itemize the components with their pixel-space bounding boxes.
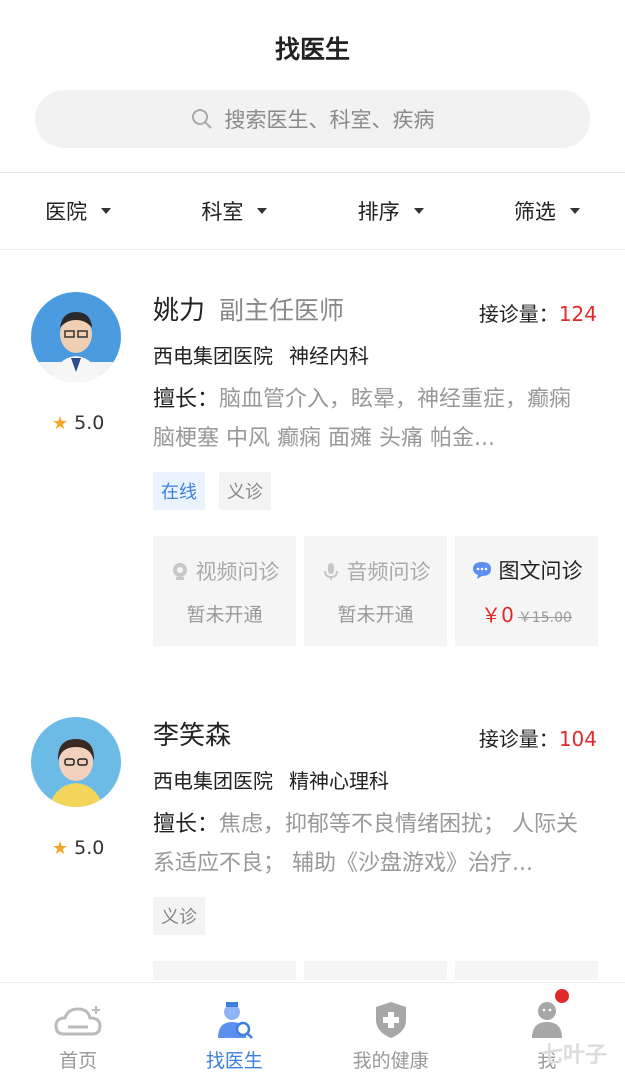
doctor-name: 李笑森 [153, 721, 232, 751]
hospital-name: 西电集团医院 [153, 769, 273, 793]
consult-option[interactable] [455, 961, 598, 980]
filter-screen[interactable]: 筛选 [469, 173, 625, 249]
doctor-affiliation: 西电集团医院 精神心理科 [153, 765, 389, 794]
health-shield-icon [375, 1002, 406, 1038]
home-cloud-icon [54, 1006, 102, 1036]
doctor-rank: 副主任医师 [219, 296, 345, 325]
search-bar[interactable]: 搜索医生、科室、疾病 [35, 90, 590, 148]
caret-down-icon [257, 208, 268, 214]
tag-online: 在线 [153, 472, 205, 510]
doctor-avatar [31, 292, 121, 382]
user-icon [531, 1002, 562, 1038]
consult-services: 视频问诊 暂未开通 音频问诊 暂未开通 图文问诊 ￥0 ￥15.00 [153, 536, 598, 646]
notification-dot [554, 989, 569, 1003]
tab-home[interactable]: 首页 [0, 983, 156, 1081]
doctor-specialty: 擅长：焦虑，抑郁等不良情绪困扰； 人际关系适应不良； 辅助《沙盘游戏》治疗... [153, 812, 579, 876]
department-name: 神经内科 [289, 344, 369, 368]
caret-down-icon [101, 208, 112, 214]
doctor-specialty: 擅长：脑血管介入，眩晕，神经重症，癫痫 脑梗塞 中风 癫痫 面瘫 头痛 帕金..… [153, 387, 572, 451]
visit-count: 接诊量：104 [478, 727, 597, 751]
doctor-rating: ★ 5.0 [52, 412, 105, 434]
page-title: 找医生 [274, 35, 350, 64]
star-icon: ★ [52, 412, 69, 434]
text-consult-button[interactable]: 图文问诊 ￥0 ￥15.00 [455, 536, 598, 646]
tab-my-health[interactable]: 我的健康 [313, 983, 469, 1081]
bottom-tab-bar: 首页 找医生 我的健康 我 七叶子 [0, 982, 625, 1081]
doctor-tags: 在线 义诊 [153, 472, 285, 510]
original-price: ￥15.00 [517, 609, 572, 626]
doctor-tags: 义诊 [153, 897, 219, 935]
tag-free-clinic: 义诊 [153, 897, 205, 935]
caret-down-icon [569, 208, 580, 214]
filter-bar: 医院 科室 排序 筛选 [0, 173, 625, 249]
video-icon [172, 562, 187, 580]
star-icon: ★ [52, 837, 69, 859]
doctor-avatar [31, 717, 121, 807]
chat-bubble-icon [472, 561, 491, 579]
consult-option[interactable] [153, 961, 296, 980]
search-placeholder: 搜索医生、科室、疾病 [224, 108, 435, 132]
consult-price: ￥0 [481, 602, 514, 627]
tag-free-clinic: 义诊 [219, 472, 271, 510]
doctor-rating: ★ 5.0 [52, 837, 105, 859]
consult-services [153, 961, 598, 980]
find-doctor-icon [218, 1002, 254, 1039]
microphone-icon [323, 562, 338, 580]
search-icon [191, 109, 212, 129]
doctor-affiliation: 西电集团医院 神经内科 [153, 340, 369, 369]
watermark: 七叶子 [540, 1043, 607, 1068]
doctor-card[interactable]: ★ 5.0 姚力 副主任医师 接诊量：124 西电集团医院 神经内科 擅长：脑血管介… [0, 250, 625, 670]
filter-sort[interactable]: 排序 [313, 173, 469, 249]
caret-down-icon [413, 208, 424, 214]
hospital-name: 西电集团医院 [153, 344, 273, 368]
filter-hospital[interactable]: 医院 [0, 173, 156, 249]
consult-option[interactable] [304, 961, 447, 980]
filter-department[interactable]: 科室 [156, 173, 312, 249]
audio-consult-button[interactable]: 音频问诊 暂未开通 [304, 536, 447, 646]
tab-find-doctor[interactable]: 找医生 [156, 983, 312, 1081]
video-consult-button[interactable]: 视频问诊 暂未开通 [153, 536, 296, 646]
doctor-card[interactable]: ★ 5.0 李笑森 接诊量：104 西电集团医院 精神心理科 擅长：焦虑，抑郁等不… [0, 675, 625, 980]
doctor-name: 姚力 副主任医师 [153, 296, 345, 326]
department-name: 精神心理科 [289, 769, 389, 793]
visit-count: 接诊量：124 [478, 302, 597, 326]
